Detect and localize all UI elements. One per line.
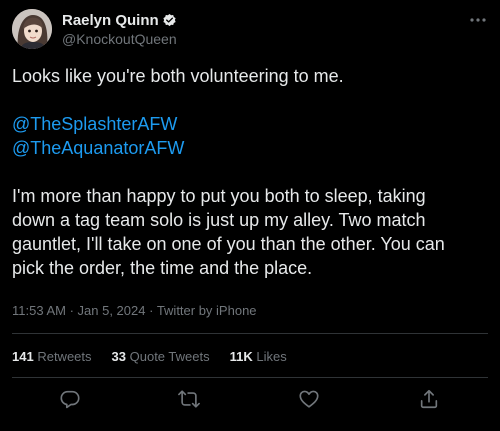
retweets-count: 141 [12,349,34,364]
tweet-text-line: pick the order, the time and the place. [12,258,313,278]
like-icon[interactable] [298,388,320,410]
tweet-text-line: I'm more than happy to put you both to s… [12,186,426,206]
verified-badge-icon [162,13,177,28]
quotes-stat[interactable]: 33 Quote Tweets [112,349,210,364]
meta-separator: · [65,303,78,318]
mention-link[interactable]: @TheSplashterAFW [12,112,490,136]
divider [12,377,488,378]
mention-link[interactable]: @TheAquanatorAFW [12,136,490,160]
reply-icon[interactable] [59,388,81,410]
tweet-source[interactable]: Twitter by iPhone [157,303,257,318]
retweets-label: Retweets [37,349,92,364]
share-icon[interactable] [418,388,440,410]
more-options-icon[interactable] [468,13,488,25]
author-handle[interactable]: @KnockoutQueen [62,31,177,47]
tweet-text-line: Looks like you're both volunteering to m… [12,66,344,86]
quotes-label: Quote Tweets [129,349,210,364]
retweet-icon[interactable] [178,388,200,410]
tweet-time[interactable]: 11:53 AM [12,303,66,318]
display-name[interactable]: Raelyn Quinn [62,12,159,29]
likes-stat[interactable]: 11K Likes [230,349,287,364]
tweet-meta: 11:53 AM · Jan 5, 2024 · Twitter by iPho… [12,303,257,318]
tweet-stats: 141 Retweets 33 Quote Tweets 11K Likes [12,349,307,364]
tweet-header: Raelyn Quinn @KnockoutQueen [12,9,488,53]
likes-label: Likes [256,349,287,364]
tweet-card: Raelyn Quinn @KnockoutQueen Looks like y… [0,0,500,431]
quotes-count: 33 [111,349,126,364]
tweet-text-line: down a tag team solo is just up my alley… [12,210,426,230]
author-names: Raelyn Quinn @KnockoutQueen [62,10,177,48]
display-name-row: Raelyn Quinn [62,10,177,30]
avatar[interactable] [12,9,52,49]
tweet-date[interactable]: Jan 5, 2024 [78,303,146,318]
divider [12,333,488,334]
retweets-stat[interactable]: 141 Retweets [12,349,92,364]
tweet-text: Looks like you're both volunteering to m… [12,64,490,280]
meta-separator: · [145,303,157,318]
tweet-text-line: gauntlet, I'll take on one of you than t… [12,234,445,254]
likes-count: 11K [229,349,253,364]
tweet-actions [0,388,500,414]
